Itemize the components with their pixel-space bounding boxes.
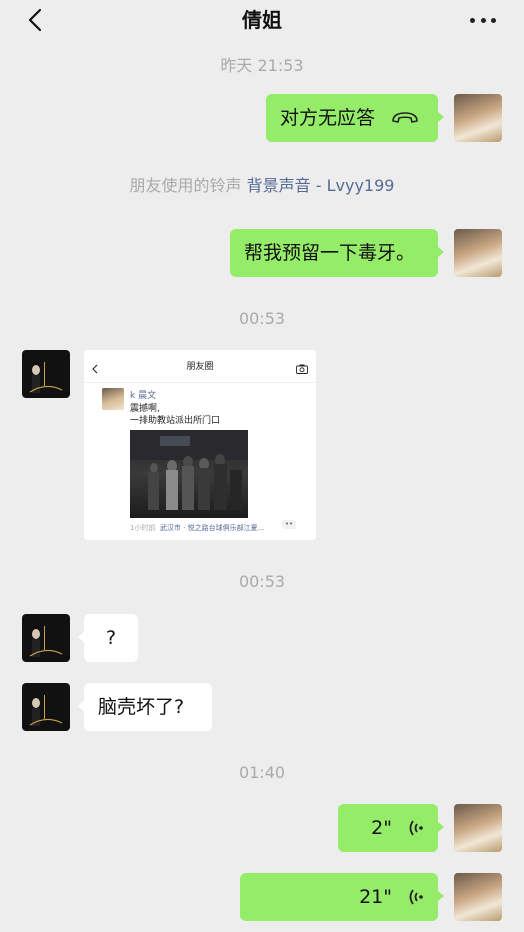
post-time: 1小时前 <box>130 524 156 532</box>
timestamp: 昨天 21:53 <box>220 56 304 75</box>
moments-share-card[interactable]: 朋友圈 k 晨文 震撼啊, 一排助教站派出所门口 1小时前 武汉市 · 悦之路台… <box>84 350 316 540</box>
message-bubble[interactable]: 帮我预留一下毒牙。 <box>230 229 444 277</box>
timestamp: 00:53 <box>238 572 286 591</box>
avatar[interactable] <box>454 229 502 277</box>
timestamp: 01:40 <box>238 763 286 782</box>
post-photo <box>130 430 248 518</box>
avatar[interactable] <box>22 683 70 731</box>
message-bubble[interactable]: ? <box>78 614 138 662</box>
message-text: 脑壳坏了? <box>98 696 185 718</box>
post-meta: 1小时前 武汉市 · 悦之路台球俱乐部江夏... <box>130 523 264 533</box>
comment-dots-icon: •• <box>282 520 296 529</box>
avatar[interactable] <box>454 94 502 142</box>
card-page-title: 朋友圈 <box>186 362 214 372</box>
avatar[interactable] <box>22 350 70 398</box>
chat-title: 倩姐 <box>242 8 282 32</box>
more-icon[interactable] <box>470 8 496 32</box>
message-text: 帮我预留一下毒牙。 <box>244 242 416 264</box>
hangup-phone-icon <box>391 111 419 125</box>
call-status-text: 对方无应答 <box>280 107 376 129</box>
voice-wave-icon <box>408 888 424 906</box>
message-text: ? <box>105 627 117 649</box>
voice-wave-icon <box>408 819 424 837</box>
timestamp: 00:53 <box>238 309 286 328</box>
ringtone-prefix: 朋友使用的铃声 <box>129 176 242 195</box>
ringtone-notice: 朋友使用的铃声 背景声音 - Lvyy199 <box>0 172 524 196</box>
avatar[interactable] <box>454 804 502 852</box>
call-record-bubble[interactable]: 对方无应答 <box>266 94 444 142</box>
post-avatar <box>102 388 124 410</box>
navigation-bar: 倩姐 <box>0 0 524 42</box>
avatar[interactable] <box>22 614 70 662</box>
voice-duration: 2" <box>371 817 392 839</box>
avatar[interactable] <box>454 873 502 921</box>
post-location: 武汉市 · 悦之路台球俱乐部江夏... <box>159 524 265 532</box>
post-username: k 晨文 <box>130 391 157 401</box>
voice-message-bubble[interactable]: 21" <box>240 873 444 921</box>
post-text-line: 一排助教站派出所门口 <box>130 416 221 426</box>
card-header: 朋友圈 <box>84 350 316 383</box>
ringtone-link[interactable]: 背景声音 - Lvyy199 <box>247 176 395 195</box>
camera-icon <box>296 359 308 374</box>
voice-duration: 21" <box>359 886 392 908</box>
voice-message-bubble[interactable]: 2" <box>338 804 444 852</box>
message-bubble[interactable]: 脑壳坏了? <box>78 683 212 731</box>
